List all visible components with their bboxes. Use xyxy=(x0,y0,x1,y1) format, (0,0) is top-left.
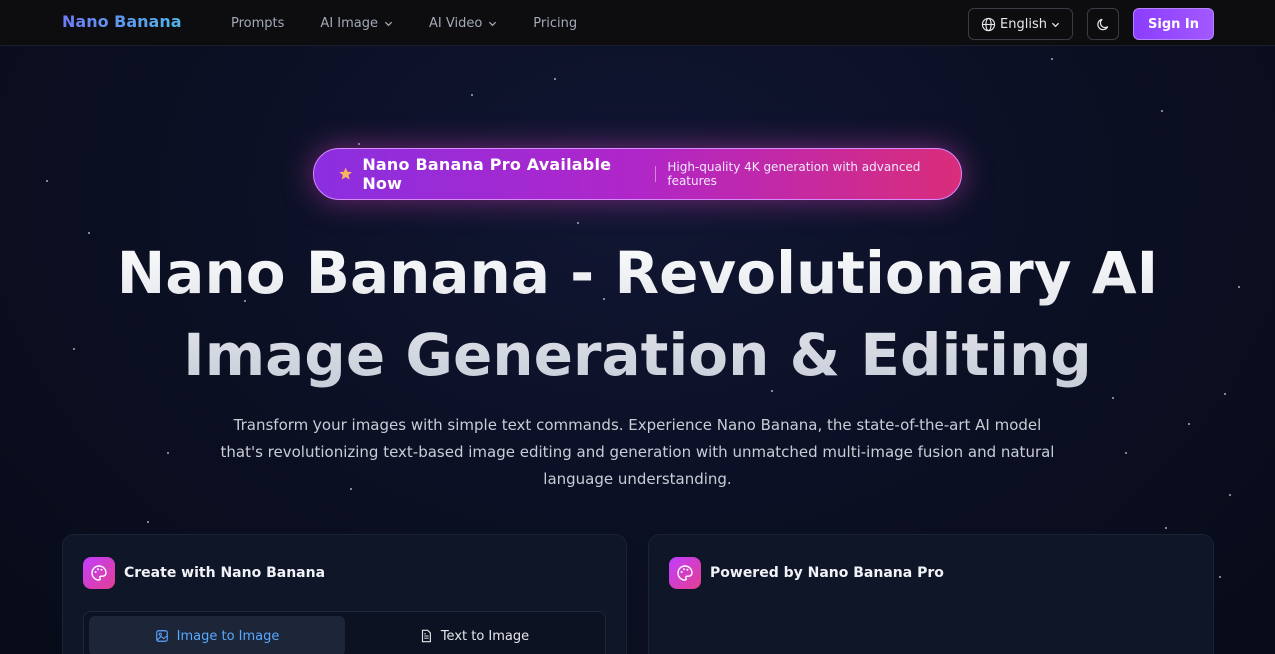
chevron-down-icon xyxy=(489,21,497,26)
nav-link-label: AI Video xyxy=(429,15,483,31)
star-dot xyxy=(1165,527,1167,529)
tab-label: Text to Image xyxy=(440,628,530,644)
card-title: Powered by Nano Banana Pro xyxy=(710,565,944,581)
card-header: Create with Nano Banana xyxy=(83,557,325,589)
page: Nano Banana Prompts AI Image AI Video Pr… xyxy=(0,0,1275,654)
chevron-down-icon xyxy=(384,21,393,26)
top-nav: Nano Banana Prompts AI Image AI Video Pr… xyxy=(0,0,1275,46)
nav-link-ai-image[interactable]: AI Image xyxy=(320,16,393,31)
star-dot xyxy=(1238,286,1240,288)
hero-description: Transform your images with simple text c… xyxy=(220,416,1055,488)
star-icon xyxy=(339,167,352,180)
star-dot xyxy=(358,143,360,145)
create-card: Create with Nano Banana Image to Image T xyxy=(62,534,627,654)
nav-link-label: Pricing xyxy=(533,15,578,31)
nav-link-label: Prompts xyxy=(231,15,285,31)
nav-link-label: AI Image xyxy=(320,15,378,31)
theme-toggle-button[interactable] xyxy=(1087,8,1119,40)
announcement-title: Nano Banana Pro Available Now xyxy=(362,155,612,193)
brand-logo[interactable]: Nano Banana xyxy=(62,12,182,31)
star-dot xyxy=(46,180,48,182)
language-label: English xyxy=(1000,16,1047,32)
nav-link-ai-video[interactable]: AI Video xyxy=(429,16,497,31)
nav-link-prompts[interactable]: Prompts xyxy=(231,16,284,31)
star-dot xyxy=(1051,58,1053,60)
star-dot xyxy=(1112,397,1114,399)
document-icon xyxy=(421,629,431,643)
card-title: Create with Nano Banana xyxy=(124,565,326,581)
star-dot xyxy=(554,78,556,80)
image-icon xyxy=(155,630,168,642)
language-selector[interactable]: English xyxy=(968,8,1073,40)
announcement-pill[interactable]: Nano Banana Pro Available Now High-quali… xyxy=(313,148,962,200)
tab-image-to-image[interactable]: Image to Image xyxy=(89,616,345,654)
hero-title: Nano Banana - Revolutionary AI Image Gen… xyxy=(40,232,1235,396)
star-dot xyxy=(1125,452,1127,454)
card-header: Powered by Nano Banana Pro xyxy=(669,557,944,589)
tab-label: Image to Image xyxy=(176,628,280,644)
tab-text-to-image[interactable]: Text to Image xyxy=(346,616,602,654)
sign-in-button[interactable]: Sign In xyxy=(1133,8,1214,40)
star-dot xyxy=(1229,494,1231,496)
palette-icon xyxy=(83,557,115,589)
star-dot xyxy=(147,521,149,523)
powered-by-card: Powered by Nano Banana Pro xyxy=(648,534,1214,654)
star-dot xyxy=(1161,110,1163,112)
announcement-divider xyxy=(655,166,657,182)
nav-actions: English Sign In xyxy=(968,8,1214,40)
star-dot xyxy=(1219,576,1221,578)
chevron-down-icon xyxy=(1051,22,1060,27)
mode-tabs: Image to Image Text to Image xyxy=(83,611,606,654)
moon-icon xyxy=(1096,18,1108,30)
nav-link-pricing[interactable]: Pricing xyxy=(533,16,577,31)
globe-icon xyxy=(981,17,996,31)
nav-links: Prompts AI Image AI Video Pricing xyxy=(231,0,613,46)
announcement-subtitle: High-quality 4K generation with advanced… xyxy=(667,160,921,188)
palette-icon xyxy=(669,557,701,589)
star-dot xyxy=(471,94,473,96)
star-dot xyxy=(577,222,579,224)
star-dot xyxy=(1188,423,1190,425)
star-dot xyxy=(167,452,169,454)
